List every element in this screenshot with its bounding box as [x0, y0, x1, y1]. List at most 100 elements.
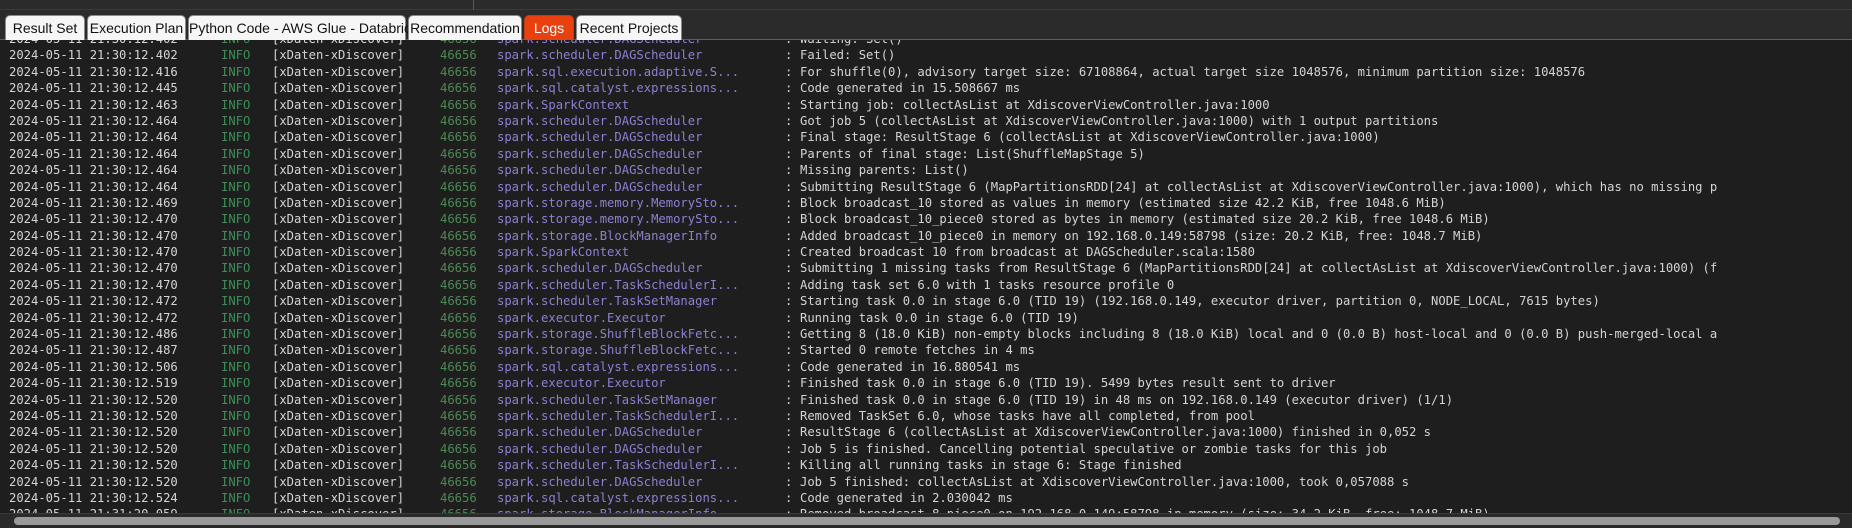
log-level: INFO — [221, 277, 251, 292]
log-timestamp: 2024-05-11 21:30:12.463 — [9, 97, 178, 112]
log-separator: : — [785, 294, 793, 309]
log-viewer[interactable]: 2024-05-11 21:30:12.402 INFO [xDaten-xDisc… — [0, 40, 1852, 513]
log-logger: spark.scheduler.TaskSetManager — [497, 294, 718, 309]
log-line: 2024-05-11 21:30:12.520 INFO [xDaten-xDisc… — [0, 441, 1852, 457]
log-timestamp: 2024-05-11 21:30:12.520 — [9, 474, 178, 489]
log-line: 2024-05-11 21:30:12.520 INFO [xDaten-xDisc… — [0, 457, 1852, 473]
log-line: 2024-05-11 21:30:12.464 INFO [xDaten-xDisc… — [0, 113, 1852, 129]
log-separator: : — [785, 113, 793, 128]
tab-result-set[interactable]: Result Set — [5, 15, 85, 40]
log-timestamp: 2024-05-11 21:30:12.520 — [9, 458, 178, 473]
tab-recent-projects[interactable]: Recent Projects — [576, 15, 682, 40]
log-timestamp: 2024-05-11 21:30:12.470 — [9, 261, 178, 276]
log-level: INFO — [221, 441, 251, 456]
log-message: Block broadcast_10 stored as values in m… — [800, 195, 1446, 210]
log-message: Removed TaskSet 6.0, whose tasks have al… — [800, 408, 1255, 423]
log-line: 2024-05-11 21:30:12.470 INFO [xDaten-xDisc… — [0, 260, 1852, 276]
log-timestamp: 2024-05-11 21:30:12.520 — [9, 392, 178, 407]
log-timestamp: 2024-05-11 21:30:12.402 — [9, 40, 178, 47]
log-pid: 46656 — [440, 245, 477, 260]
log-logger: spark.scheduler.TaskSchedulerI... — [497, 277, 740, 292]
log-separator: : — [785, 179, 793, 194]
log-line: 2024-05-11 21:30:12.524 INFO [xDaten-xDisc… — [0, 490, 1852, 506]
log-pid: 46656 — [440, 146, 477, 161]
log-message: Running task 0.0 in stage 6.0 (TID 19) — [800, 310, 1079, 325]
log-separator: : — [785, 97, 793, 112]
log-separator: : — [785, 392, 793, 407]
log-line: 2024-05-11 21:30:12.487 INFO [xDaten-xDisc… — [0, 342, 1852, 358]
log-thread: [xDaten-xDiscover] — [272, 81, 405, 96]
log-separator: : — [785, 359, 793, 374]
log-level: INFO — [221, 212, 251, 227]
log-separator: : — [785, 277, 793, 292]
log-pid: 46656 — [440, 130, 477, 145]
log-level: INFO — [221, 195, 251, 210]
log-pid: 46656 — [440, 228, 477, 243]
log-thread: [xDaten-xDiscover] — [272, 130, 405, 145]
log-logger: spark.SparkContext — [497, 245, 630, 260]
log-separator: : — [785, 195, 793, 210]
log-logger: spark.scheduler.TaskSchedulerI... — [497, 458, 740, 473]
log-pid: 46656 — [440, 81, 477, 96]
log-separator: : — [785, 458, 793, 473]
log-logger: spark.storage.BlockManagerInfo — [497, 228, 718, 243]
tab-execution-plan[interactable]: Execution Plan — [87, 15, 186, 40]
log-line: 2024-05-11 21:30:12.506 INFO [xDaten-xDisc… — [0, 359, 1852, 375]
log-message: Code generated in 2.030042 ms — [800, 490, 1013, 505]
log-separator: : — [785, 40, 792, 47]
log-logger: spark.executor.Executor — [497, 376, 666, 391]
log-line: 2024-05-11 21:30:12.472 INFO [xDaten-xDisc… — [0, 310, 1852, 326]
log-pid: 46656 — [440, 327, 477, 342]
log-line: 2024-05-11 21:30:12.445 INFO [xDaten-xDisc… — [0, 80, 1852, 96]
log-message: Got job 5 (collectAsList at XdiscoverVie… — [800, 113, 1439, 128]
log-logger: spark.scheduler.DAGScheduler — [497, 146, 703, 161]
log-separator: : — [785, 163, 793, 178]
log-logger: spark.scheduler.DAGScheduler — [497, 130, 703, 145]
tab-recommendation[interactable]: Recommendation — [408, 15, 522, 40]
log-level: INFO — [221, 425, 251, 440]
log-logger: spark.scheduler.DAGScheduler — [497, 48, 703, 63]
horizontal-scrollbar[interactable] — [0, 513, 1852, 528]
log-message: For shuffle(0), advisory target size: 67… — [800, 64, 1586, 79]
log-thread: [xDaten-xDiscover] — [272, 261, 405, 276]
log-timestamp: 2024-05-11 21:30:12.472 — [9, 294, 178, 309]
log-timestamp: 2024-05-11 21:30:12.520 — [9, 441, 178, 456]
log-message: Killing all running tasks in stage 6: St… — [800, 458, 1182, 473]
log-logger: spark.SparkContext — [497, 97, 630, 112]
log-message: Submitting ResultStage 6 (MapPartitionsR… — [800, 179, 1718, 194]
log-level: INFO — [221, 64, 251, 79]
log-line: 2024-05-11 21:30:12.464 INFO [xDaten-xDisc… — [0, 146, 1852, 162]
log-thread: [xDaten-xDiscover] — [272, 474, 405, 489]
log-message: Adding task set 6.0 with 1 tasks resourc… — [800, 277, 1175, 292]
log-level: INFO — [221, 343, 251, 358]
tab-logs[interactable]: Logs — [524, 15, 574, 40]
log-pid: 46656 — [440, 490, 477, 505]
log-message: Finished task 0.0 in stage 6.0 (TID 19) … — [800, 392, 1454, 407]
log-message: Missing parents: List() — [800, 163, 969, 178]
log-level: INFO — [221, 359, 251, 374]
log-pid: 46656 — [440, 506, 477, 513]
log-level: INFO — [221, 310, 251, 325]
log-thread: [xDaten-xDiscover] — [272, 343, 405, 358]
log-timestamp: 2024-05-11 21:30:12.520 — [9, 425, 178, 440]
log-level: INFO — [221, 408, 251, 423]
log-logger: spark.storage.memory.MemorySto... — [497, 212, 740, 227]
log-timestamp: 2024-05-11 21:30:12.470 — [9, 228, 178, 243]
log-level: INFO — [221, 130, 251, 145]
log-level: INFO — [221, 392, 251, 407]
log-thread: [xDaten-xDiscover] — [272, 294, 405, 309]
log-logger: spark.storage.ShuffleBlockFetc... — [497, 327, 740, 342]
log-logger: spark.scheduler.DAGScheduler — [497, 113, 703, 128]
tab-python-code[interactable]: Python Code - AWS Glue - Databricks — [188, 15, 425, 40]
log-timestamp: 2024-05-11 21:30:12.520 — [9, 408, 178, 423]
log-pid: 46656 — [440, 40, 477, 47]
log-message: Created broadcast 10 from broadcast at D… — [800, 245, 1255, 260]
log-thread: [xDaten-xDiscover] — [272, 392, 405, 407]
log-logger: spark.scheduler.DAGScheduler — [497, 425, 703, 440]
log-separator: : — [785, 130, 793, 145]
log-message: Code generated in 15.508667 ms — [800, 81, 1021, 96]
scrollbar-thumb[interactable] — [14, 517, 1840, 525]
log-level: INFO — [221, 245, 251, 260]
log-logger: spark.sql.execution.adaptive.S... — [497, 64, 740, 79]
log-separator: : — [785, 146, 793, 161]
